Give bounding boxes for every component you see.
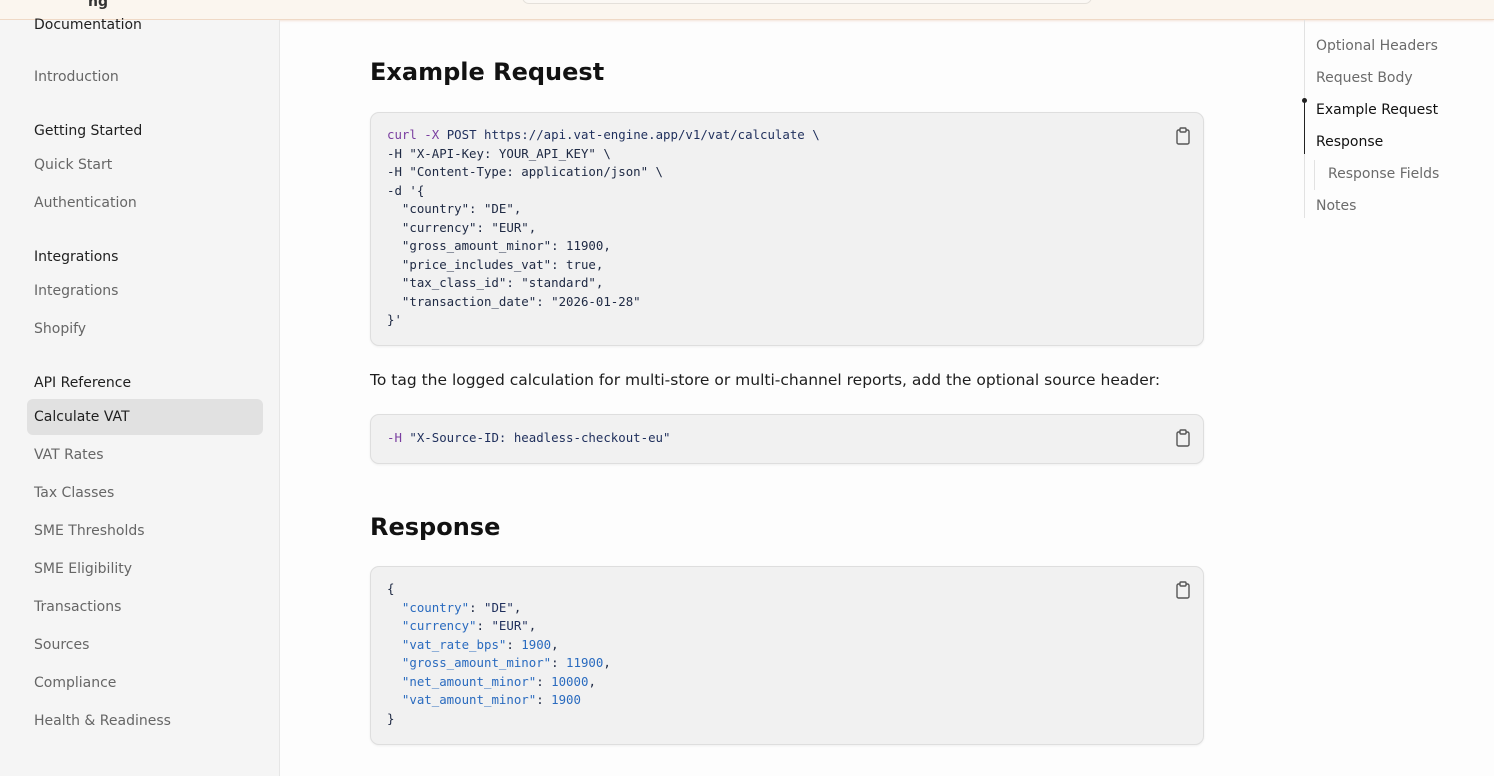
code-block-source-header: -H "X-Source-ID: headless-checkout-eu" <box>370 414 1204 464</box>
sidebar-item-transactions[interactable]: Transactions <box>27 589 263 625</box>
code-line: "price_includes_vat": true, <box>387 256 604 272</box>
sidebar-group-api-reference: API Reference <box>34 375 132 391</box>
json-key: "gross_amount_minor" <box>401 655 552 670</box>
json-value: 10000 <box>551 673 589 689</box>
sidebar-item-sme-thresholds[interactable]: SME Thresholds <box>27 513 263 549</box>
code-token: POST https://api.vat-engine.app/v1/vat/c… <box>439 127 820 142</box>
sidebar-item-introduction[interactable]: Introduction <box>27 59 263 95</box>
json-value: 11900 <box>566 655 604 670</box>
sidebar-item-calculate-vat[interactable]: Calculate VAT <box>27 399 263 435</box>
code-token: -H <box>387 430 402 445</box>
copy-button[interactable] <box>1175 429 1191 447</box>
sidebar-item-vat-rates[interactable]: VAT Rates <box>27 437 263 473</box>
source-header-note: To tag the logged calculation for multi-… <box>370 371 1161 389</box>
json-key: "vat_amount_minor" <box>401 692 537 707</box>
sidebar-item-health-readiness[interactable]: Health & Readiness <box>27 703 263 739</box>
toc-item-notes[interactable]: Notes <box>1316 198 1356 214</box>
clipboard-icon <box>1176 429 1190 447</box>
json-key: "vat_rate_bps" <box>401 636 507 652</box>
code-line: -H "Content-Type: application/json" \ <box>387 164 664 179</box>
clipboard-icon <box>1176 127 1190 145</box>
json-value: "EUR" <box>491 618 529 633</box>
sidebar-group-integrations: Integrations <box>34 249 119 265</box>
sidebar-item-tax-classes[interactable]: Tax Classes <box>27 475 263 511</box>
toc-item-response-fields[interactable]: Response Fields <box>1328 166 1439 182</box>
sidebar-item-shopify[interactable]: Shopify <box>27 311 263 347</box>
code-line: "country": "DE", <box>387 201 522 216</box>
code-line: }' <box>387 312 402 327</box>
code-line: "currency": "EUR", <box>387 219 537 235</box>
code-line: -H "X-API-Key: YOUR_API_KEY" \ <box>387 145 611 161</box>
code-line: { <box>387 581 395 596</box>
toc-active-indicator <box>1304 100 1305 154</box>
sidebar-item-compliance[interactable]: Compliance <box>27 665 263 701</box>
code-line: "tax_class_id": "standard", <box>387 275 604 290</box>
section-title-response: Response <box>370 513 501 541</box>
brand-logo-text[interactable]: ng <box>88 0 108 10</box>
toc-item-optional-headers[interactable]: Optional Headers <box>1316 38 1438 54</box>
toc-track <box>1304 154 1305 218</box>
toc-subtrack <box>1314 160 1315 190</box>
toc-active-dot <box>1302 98 1307 103</box>
json-value: 1900 <box>521 636 552 652</box>
code-line: -d '{ <box>387 182 425 198</box>
code-block-response: { "country": "DE", "currency": "EUR", "v… <box>370 566 1204 745</box>
toc-item-example-request[interactable]: Example Request <box>1316 102 1438 118</box>
toc-item-response[interactable]: Response <box>1316 134 1383 150</box>
sidebar-nav: Documentation Introduction Getting Start… <box>0 17 280 776</box>
json-value: "DE" <box>483 599 514 615</box>
top-bar: ng <box>0 0 1494 20</box>
json-key: "country" <box>401 599 470 615</box>
code-token: -X <box>416 127 440 142</box>
sidebar-item-integrations[interactable]: Integrations <box>27 273 263 309</box>
sidebar-group-getting-started: Getting Started <box>34 123 143 139</box>
code-token: curl <box>387 127 417 142</box>
toc-item-request-body[interactable]: Request Body <box>1316 70 1413 86</box>
clipboard-icon <box>1176 581 1190 599</box>
copy-button[interactable] <box>1175 127 1191 145</box>
sidebar-item-authentication[interactable]: Authentication <box>27 185 263 221</box>
sidebar-item-quick-start[interactable]: Quick Start <box>27 147 263 183</box>
json-key: "net_amount_minor" <box>401 673 537 689</box>
json-key: "currency" <box>401 618 477 633</box>
main-content: Example Request curl -X POST https://api… <box>280 20 1494 776</box>
code-token: "X-Source-ID: headless-checkout-eu" <box>401 430 671 445</box>
code-example-request: curl -X POST https://api.vat-engine.app/… <box>387 126 1187 330</box>
code-source-header: -H "X-Source-ID: headless-checkout-eu" <box>387 429 1187 448</box>
section-title-example-request: Example Request <box>370 58 605 86</box>
sidebar-item-sme-eligibility[interactable]: SME Eligibility <box>27 551 263 587</box>
code-block-example-request: curl -X POST https://api.vat-engine.app/… <box>370 112 1204 346</box>
code-line: "gross_amount_minor": 11900, <box>387 238 611 253</box>
toc-track <box>1304 20 1305 100</box>
code-response: { "country": "DE", "currency": "EUR", "v… <box>387 581 611 726</box>
json-value: 1900 <box>551 692 581 707</box>
sidebar-group-documentation: Documentation <box>34 17 142 33</box>
search-input[interactable] <box>522 0 1092 4</box>
copy-button[interactable] <box>1175 581 1191 599</box>
sidebar-item-sources[interactable]: Sources <box>27 627 263 663</box>
code-line: } <box>387 710 395 726</box>
code-line: "transaction_date": "2026-01-28" <box>387 293 641 309</box>
